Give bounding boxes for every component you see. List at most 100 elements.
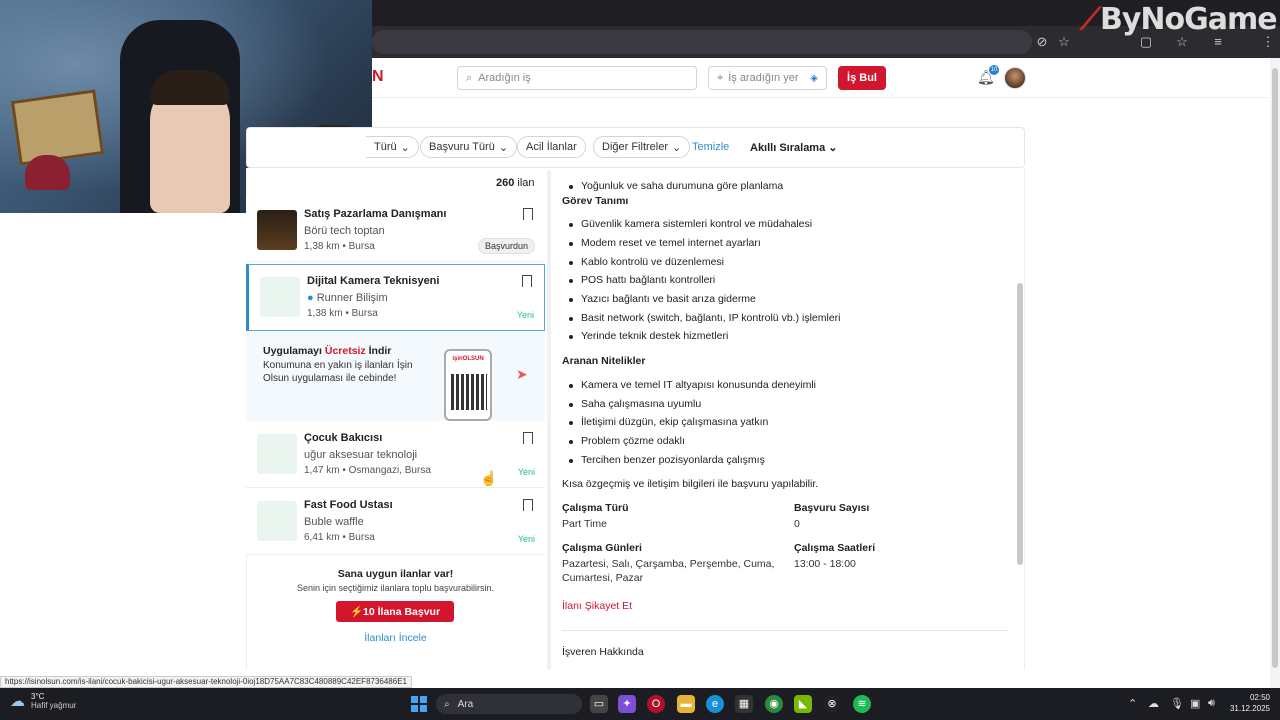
verified-icon: ● — [307, 292, 314, 304]
work-hours-label: Çalışma Saatleri — [794, 542, 876, 554]
weather-widget[interactable]: ☁ 3°C Hafif yağmur — [10, 692, 76, 710]
xbox-icon[interactable]: ⊗ — [823, 695, 841, 713]
smart-sort-dropdown[interactable]: Akıllı Sıralama ⌄ — [750, 141, 838, 154]
chevron-down-icon: ⌄ — [672, 141, 682, 154]
report-listing-link[interactable]: İlanı Şikayet Et — [562, 600, 632, 612]
duty-item: Güvenlik kamera sistemleri kontrol ve mü… — [568, 218, 813, 230]
new-badge: Yeni — [516, 310, 534, 320]
company-logo — [257, 210, 297, 250]
spotify-icon[interactable]: ≋ — [853, 695, 871, 713]
job-location: 1,47 km • Osmangazi, Bursa — [304, 465, 431, 476]
system-clock[interactable]: 02:50 31.12.2025 — [1228, 692, 1270, 714]
shield-icon[interactable]: ⊘ — [1034, 34, 1050, 50]
bulk-apply-subtitle: Senin için seçtiğimiz ilanlara toplu baş… — [296, 583, 495, 593]
job-search-placeholder: Aradığın iş — [478, 72, 531, 84]
list-scrollbar[interactable] — [547, 170, 551, 670]
bookmark-icon[interactable] — [522, 275, 532, 287]
qr-code — [451, 374, 487, 410]
red-cap — [25, 155, 70, 190]
browser-address-bar[interactable] — [372, 30, 1032, 54]
edge-icon[interactable]: e — [706, 695, 724, 713]
copilot-icon[interactable]: ✦ — [618, 695, 636, 713]
job-search-input[interactable]: ⌕ Aradığın iş — [457, 66, 697, 90]
job-card-selected[interactable]: Dijital Kamera Teknisyeni ● Runner Biliş… — [246, 264, 545, 331]
status-url-bar: https://isinolsun.com/is-ilani/cocuk-bak… — [0, 676, 412, 688]
filter-chip-other[interactable]: Diğer Filtreler ⌄ — [593, 136, 691, 158]
duty-item: Basit network (switch, bağlantı, IP kont… — [569, 312, 841, 324]
bulk-apply-button[interactable]: ⚡10 İlana Başvur — [336, 601, 454, 622]
microphone-icon[interactable]: 🎙︎ — [1170, 697, 1184, 710]
location-input[interactable]: ⌖ İş aradığın yer ◈ — [708, 66, 827, 90]
chevron-down-icon: ⌄ — [828, 142, 838, 154]
job-title: Fast Food Ustası — [304, 499, 393, 511]
detail-scrollbar[interactable] — [1017, 283, 1023, 565]
taskbar-search[interactable]: ⌕ Ara — [436, 694, 582, 714]
duties-heading: Görev Tanımı — [562, 195, 629, 207]
onedrive-icon[interactable]: ☁ — [1148, 697, 1159, 710]
job-location: 6,41 km • Bursa — [304, 532, 375, 543]
chevron-up-icon[interactable]: ⌃ — [1128, 697, 1137, 710]
filter-chip-type[interactable]: Türü ⌄ — [366, 136, 419, 158]
rain-cloud-icon: ☁ — [10, 693, 25, 710]
search-icon: ⌕ — [466, 71, 473, 84]
job-card[interactable]: Fast Food Ustası Buble waffle 6,41 km • … — [246, 489, 545, 555]
work-type-value: Part Time — [562, 518, 607, 530]
site-logo[interactable]: N — [372, 68, 384, 86]
application-note: Kısa özgeçmiş ve iletişim bilgileri ile … — [562, 478, 819, 490]
temperature: 3°C — [31, 692, 45, 701]
location-pin-icon: ⌖ — [717, 71, 724, 84]
duty-item: Yazıcı bağlantı ve basit arıza giderme — [569, 293, 756, 305]
company-logo — [257, 434, 297, 474]
windows-start-icon[interactable] — [411, 696, 427, 712]
promo-text: Konumuna en yakın iş ilanları İşin Olsun… — [263, 360, 413, 384]
network-icon[interactable]: ▣ — [1190, 697, 1200, 710]
clear-filters-link[interactable]: Temizle — [692, 141, 729, 153]
view-listings-link[interactable]: İlanları İncele — [246, 632, 545, 644]
opera-icon[interactable]: O — [647, 695, 665, 713]
new-badge: Yeni — [517, 467, 535, 477]
job-card[interactable]: Çocuk Bakıcısı uğur aksesuar teknoloji 1… — [246, 422, 545, 488]
new-badge: Yeni — [517, 534, 535, 544]
job-company: Buble waffle — [304, 516, 364, 528]
page-scrollbar[interactable] — [1270, 58, 1280, 688]
task-view-icon[interactable]: ▭ — [590, 695, 608, 713]
duty-item: POS hattı bağlantı kontrolleri — [568, 274, 716, 286]
bulk-apply-section: Sana uygun ilanlar var! Senin için seçti… — [246, 568, 545, 593]
job-search-button[interactable]: İş Bul — [838, 66, 886, 90]
bookmark-icon[interactable] — [523, 499, 533, 511]
watermark-logo: ⟋ByNoGame — [1080, 2, 1278, 37]
app-download-promo[interactable]: Uygulamayı Ücretsiz İndir Konumuna en ya… — [246, 331, 545, 421]
qualification-item: Kamera ve temel IT altyapısı konusunda d… — [568, 379, 817, 391]
filter-chip-urgent[interactable]: Acil İlanlar — [517, 136, 586, 158]
volume-icon[interactable]: 🔊︎ — [1208, 697, 1215, 710]
job-title: Çocuk Bakıcısı — [304, 432, 383, 444]
qualification-item: Tercihen benzer pozisyonlarda çalışmış — [569, 454, 765, 466]
applied-badge: Başvurdun — [477, 238, 535, 254]
bookmark-icon[interactable] — [523, 208, 533, 220]
filter-chip-application-type[interactable]: Başvuru Türü ⌄ — [420, 136, 518, 158]
locate-me-icon[interactable]: ◈ — [810, 73, 818, 84]
chevron-down-icon: ⌄ — [400, 141, 410, 154]
work-hours-value: 13:00 - 18:00 — [794, 558, 856, 570]
paper-plane-icon: ➤ — [516, 366, 528, 382]
notification-badge: 10 — [989, 65, 999, 75]
bookmark-icon[interactable] — [523, 432, 533, 444]
file-explorer-icon[interactable]: ▬ — [677, 695, 695, 713]
job-count: 260 ilan — [496, 177, 535, 189]
qualification-item: Saha çalışmasına uyumlu — [568, 398, 702, 410]
job-location: 1,38 km • Bursa — [304, 241, 375, 252]
job-card[interactable]: Satış Pazarlama Danışmanı Börü tech topt… — [246, 198, 545, 262]
chevron-down-icon: ⌄ — [498, 141, 509, 154]
divider — [562, 630, 1008, 631]
nvidia-icon[interactable]: ◣ — [794, 695, 812, 713]
duty-item: Modem reset ve temel internet ayarları — [569, 237, 761, 249]
employer-heading: İşveren Hakkında — [562, 646, 644, 658]
work-type-label: Çalışma Türü — [562, 502, 629, 514]
promo-title: Uygulamayı Ücretsiz İndir — [263, 345, 392, 357]
star-icon[interactable]: ☆ — [1056, 34, 1072, 50]
chrome-icon[interactable]: ◉ — [765, 695, 783, 713]
job-location: 1,38 km • Bursa — [307, 308, 378, 319]
store-icon[interactable]: ▦ — [735, 695, 753, 713]
work-days-value: Pazartesi, Salı, Çarşamba, Perşembe, Cum… — [562, 558, 775, 584]
avatar[interactable] — [1004, 67, 1026, 89]
